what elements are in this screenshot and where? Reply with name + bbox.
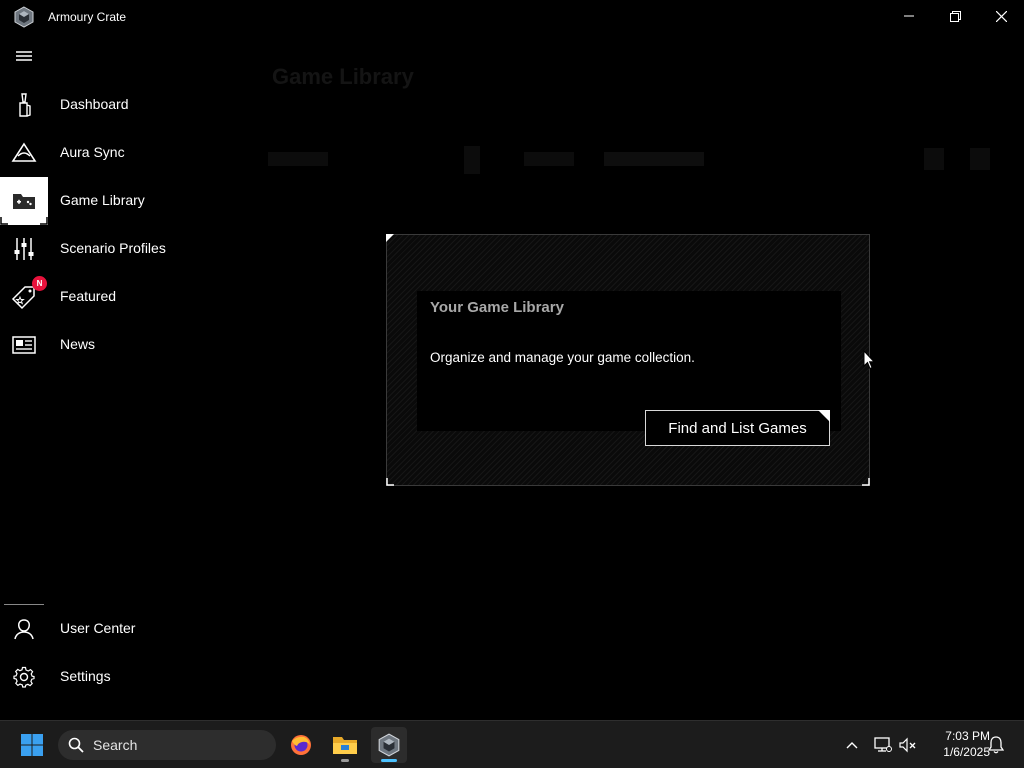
bell-icon	[988, 736, 1004, 754]
title-bar: Armoury Crate	[0, 0, 1024, 34]
volume-muted-icon	[899, 737, 916, 753]
restore-button[interactable]	[932, 0, 978, 32]
sidebar-item-dashboard[interactable]: Dashboard	[0, 81, 240, 129]
network-tray-button[interactable]	[873, 735, 893, 755]
chevron-up-icon	[846, 742, 858, 749]
news-icon	[0, 321, 48, 369]
minimize-icon	[904, 15, 914, 17]
close-icon	[995, 10, 1007, 22]
armoury-crate-taskbar-button[interactable]	[371, 727, 407, 763]
dialog-corner-bottom-left	[386, 478, 394, 486]
restore-icon	[949, 10, 961, 22]
sidebar-item-aura-sync[interactable]: Aura Sync	[0, 129, 240, 177]
sidebar-item-settings[interactable]: Settings	[0, 653, 240, 701]
button-corner-notch	[818, 410, 830, 422]
search-icon	[68, 737, 84, 753]
dialog-title: Your Game Library	[430, 299, 564, 316]
sidebar-item-featured[interactable]: N Featured	[0, 273, 240, 321]
sidebar-item-label: News	[60, 336, 96, 352]
sidebar-item-label: Featured	[60, 288, 117, 304]
clock-date: 1/6/2025	[943, 745, 990, 759]
sidebar: Dashboard Aura Sync Game Library Scenari…	[0, 34, 240, 720]
dialog-corner-top-left	[386, 234, 394, 242]
background-page-title: Game Library	[272, 64, 414, 89]
taskbar-clock[interactable]: 7:03 PM 1/6/2025	[922, 728, 990, 760]
notifications-button[interactable]	[986, 735, 1006, 755]
aura-sync-icon	[0, 129, 48, 177]
clock-time: 7:03 PM	[945, 729, 990, 743]
folder-icon	[333, 737, 357, 754]
firefox-icon	[291, 735, 311, 755]
sidebar-item-label: User Center	[60, 620, 136, 636]
find-and-list-games-button[interactable]: Find and List Games	[645, 410, 830, 446]
sidebar-item-label: Settings	[60, 668, 111, 684]
armoury-crate-logo-icon	[14, 6, 34, 28]
windows-start-icon[interactable]	[20, 733, 44, 757]
sidebar-item-scenario-profiles[interactable]: Scenario Profiles	[0, 225, 240, 273]
volume-tray-button[interactable]	[898, 735, 918, 755]
taskbar-search-input[interactable]: Search	[58, 730, 276, 760]
sidebar-item-label: Dashboard	[60, 96, 129, 112]
sidebar-item-game-library[interactable]: Game Library	[0, 177, 240, 225]
sidebar-item-label: Aura Sync	[60, 144, 125, 160]
dashboard-icon	[0, 81, 48, 129]
active-corner-markers	[0, 217, 48, 225]
file-explorer-taskbar-button[interactable]	[327, 727, 363, 763]
sliders-icon	[0, 225, 48, 273]
gear-icon	[0, 653, 48, 701]
app-title: Armoury Crate	[48, 10, 127, 24]
running-indicator	[341, 759, 349, 762]
background-toolbar	[268, 146, 990, 174]
active-indicator	[381, 759, 397, 762]
new-badge: N	[32, 276, 47, 291]
dialog-corner-bottom-right	[862, 478, 870, 486]
sidebar-item-user-center[interactable]: User Center	[0, 605, 240, 653]
minimize-button[interactable]	[886, 0, 932, 32]
sidebar-item-label: Game Library	[60, 192, 145, 208]
search-placeholder: Search	[93, 737, 138, 753]
sidebar-item-news[interactable]: News	[0, 321, 240, 369]
user-icon	[0, 605, 48, 653]
close-button[interactable]	[978, 0, 1024, 32]
taskbar: Search 7:03 PM 1/6/2025	[0, 720, 1024, 768]
dialog-description: Organize and manage your game collection…	[430, 350, 695, 365]
firefox-taskbar-button[interactable]	[283, 727, 319, 763]
hamburger-menu-icon[interactable]	[14, 48, 34, 64]
armoury-crate-icon	[378, 733, 400, 757]
button-label: Find and List Games	[668, 419, 807, 437]
mouse-cursor-icon	[863, 350, 875, 370]
sidebar-item-label: Scenario Profiles	[60, 240, 166, 256]
network-icon	[874, 737, 892, 752]
show-hidden-icons-button[interactable]	[842, 735, 862, 755]
